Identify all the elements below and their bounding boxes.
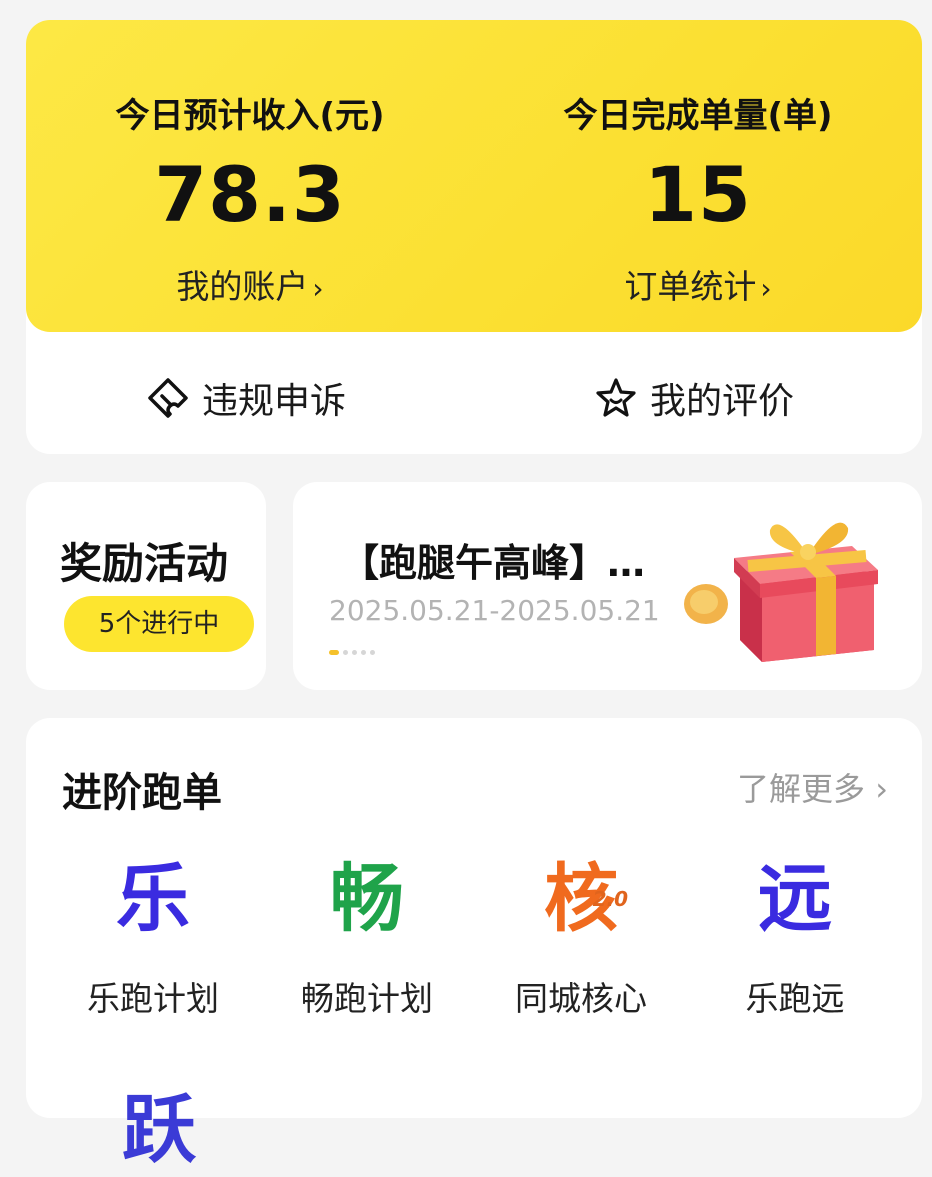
program-label: 乐跑计划 bbox=[87, 979, 219, 1018]
promo-banner[interactable]: 【跑腿午高峰】… 2025.05.21-2025.05.21 bbox=[293, 482, 922, 690]
banner-date-range: 2025.05.21-2025.05.21 bbox=[329, 594, 660, 627]
violation-appeal-label: 违规申诉 bbox=[202, 381, 347, 422]
program-logo-icon: 畅 bbox=[330, 856, 404, 942]
carousel-dot bbox=[370, 650, 375, 655]
program-logo-icon: 乐 bbox=[116, 856, 190, 942]
learn-more-link[interactable]: 了解更多 › bbox=[737, 764, 888, 810]
program-logo-icon: 远 bbox=[758, 856, 832, 942]
version-badge: 2.0 bbox=[592, 887, 628, 911]
my-reviews-label: 我的评价 bbox=[650, 381, 795, 422]
program-city-core[interactable]: 核 2.0 同城核心 bbox=[474, 854, 688, 1020]
chevron-right-icon: › bbox=[312, 272, 324, 305]
order-stats-link[interactable]: 订单统计 › bbox=[474, 260, 922, 308]
star-face-icon bbox=[596, 378, 636, 417]
order-stats-label: 订单统计 bbox=[624, 267, 757, 306]
advanced-running-card: 进阶跑单 了解更多 › 乐 乐跑计划 畅 畅跑计划 核 2.0 同城核心 远 乐跑… bbox=[26, 718, 922, 1173]
orders-stat: 今日完成单量(单) 15 订单统计 › bbox=[474, 20, 922, 332]
program-label: 乐跑远 bbox=[745, 979, 845, 1018]
chevron-right-icon: › bbox=[760, 272, 772, 305]
carousel-dot bbox=[329, 650, 339, 655]
program-changpao-plan[interactable]: 畅 畅跑计划 bbox=[260, 854, 474, 1020]
orders-value: 15 bbox=[644, 150, 752, 239]
earnings-summary-panel: 今日预计收入(元) 78.3 我的账户 › 今日完成单量(单) 15 订单统计 › bbox=[26, 20, 922, 332]
reward-title: 奖励活动 bbox=[60, 539, 229, 588]
program-logo-icon-partial[interactable]: 跃 bbox=[122, 1070, 196, 1177]
carousel-dot bbox=[343, 650, 348, 655]
reward-activities-card[interactable]: 奖励活动 5个进行中 bbox=[26, 482, 266, 690]
income-value: 78.3 bbox=[154, 150, 346, 239]
my-account-link[interactable]: 我的账户 › bbox=[26, 260, 474, 308]
violation-appeal-button[interactable]: 违规申诉 bbox=[146, 372, 346, 424]
ticket-icon bbox=[148, 378, 188, 418]
active-count-badge: 5个进行中 bbox=[64, 596, 254, 652]
carousel-dot bbox=[352, 650, 357, 655]
income-label: 今日预计收入(元) bbox=[115, 96, 385, 136]
banner-title: 【跑腿午高峰】… bbox=[341, 541, 646, 585]
carousel-dot bbox=[361, 650, 366, 655]
program-label: 同城核心 bbox=[515, 979, 647, 1018]
my-reviews-button[interactable]: 我的评价 bbox=[594, 372, 794, 424]
program-lepao-plan[interactable]: 乐 乐跑计划 bbox=[46, 854, 260, 1020]
program-label: 畅跑计划 bbox=[301, 979, 433, 1018]
orders-label: 今日完成单量(单) bbox=[563, 96, 833, 136]
program-logo-icon: 核 2.0 bbox=[544, 854, 628, 944]
carousel-indicator bbox=[329, 650, 375, 655]
income-stat: 今日预计收入(元) 78.3 我的账户 › bbox=[26, 20, 474, 332]
gift-box-icon bbox=[684, 522, 878, 662]
program-lepao-far[interactable]: 远 乐跑远 bbox=[688, 854, 902, 1020]
my-account-label: 我的账户 bbox=[176, 267, 309, 306]
section-title: 进阶跑单 bbox=[62, 770, 222, 816]
